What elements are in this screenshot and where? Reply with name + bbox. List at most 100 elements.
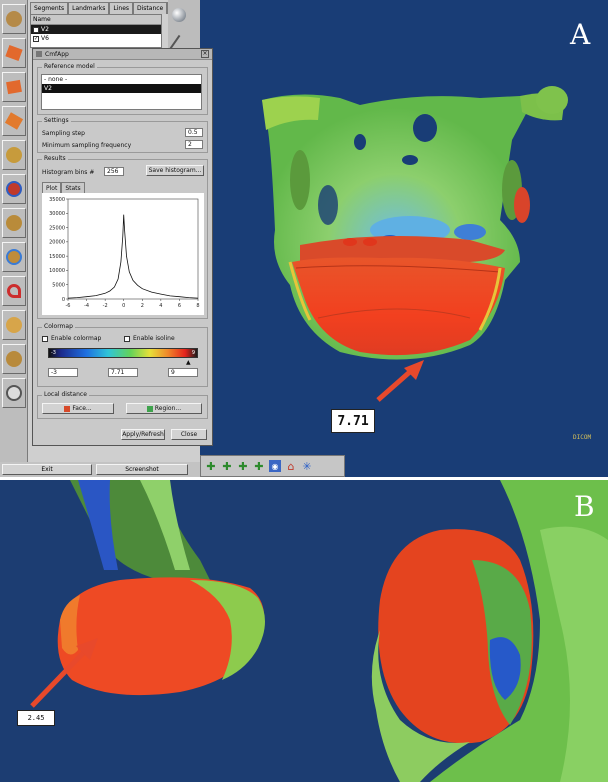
asterisk-icon[interactable]: ✳ — [301, 460, 313, 473]
x-tick-label: 8 — [196, 303, 199, 309]
viewport-tag: DICOM — [573, 434, 592, 441]
close-button[interactable]: Close — [171, 429, 207, 440]
colormap-marker-icon[interactable]: ▲ — [186, 359, 191, 366]
colormap-max-field[interactable]: 9 — [168, 368, 198, 377]
tool-button-2[interactable] — [2, 38, 26, 68]
model-checkbox[interactable]: ✓ — [33, 35, 39, 42]
enable-isoline-label: Enable isoline — [133, 335, 175, 342]
group-title-local-distance: Local distance — [42, 391, 89, 398]
colormap-mid-field[interactable]: 7.71 — [108, 368, 138, 377]
model-label: V2 — [41, 26, 49, 33]
panel-b: B 2.45 — [0, 480, 608, 782]
model-row[interactable]: ✓ V6 — [31, 34, 161, 43]
reference-model-list[interactable]: - none - V2 — [41, 74, 202, 110]
colormap-bar-max: 9 — [191, 350, 195, 356]
model-list-header: Name — [31, 15, 161, 25]
local-distance-group: Local distance Face... Region... — [37, 391, 208, 419]
tab-distance[interactable]: Distance — [133, 2, 168, 14]
shape-icon — [4, 112, 24, 130]
tab-landmarks[interactable]: Landmarks — [68, 2, 110, 14]
face-button[interactable]: Face... — [42, 403, 114, 414]
face-tool-icon — [64, 405, 71, 412]
tool-button-12[interactable] — [2, 378, 26, 408]
tool-button-10[interactable] — [2, 310, 26, 340]
cmfapp-dialog: CmfApp × Reference model - none - V2 Set… — [32, 48, 213, 446]
enable-colormap-label: Enable colormap — [51, 335, 102, 342]
min-sampling-label: Minimum sampling frequency — [42, 142, 132, 149]
pen-icon[interactable] — [169, 34, 181, 50]
home-icon[interactable]: ⌂ — [285, 460, 297, 473]
tool-button-6[interactable] — [2, 174, 26, 204]
model-list: Name V2 ✓ V6 — [30, 14, 162, 48]
settings-group: Settings Sampling step 0.5 Minimum sampl… — [37, 117, 208, 153]
apply-refresh-button[interactable]: Apply/Refresh — [121, 429, 165, 440]
x-tick-label: -2 — [103, 303, 108, 309]
condyle-render-b — [30, 480, 608, 782]
panel-a: A 7.71 DICOM Segments Landmarks Lines Di… — [0, 0, 608, 477]
app-icon — [36, 51, 42, 57]
skull-icon — [6, 249, 22, 265]
camera-icon[interactable]: ◉ — [269, 460, 281, 472]
panel-label-a: A — [570, 18, 591, 51]
tool-button-11[interactable] — [2, 344, 26, 374]
y-tick-label: 25000 — [49, 225, 65, 231]
view-side-icon[interactable]: ✚ — [221, 460, 233, 473]
top-tabs: Segments Landmarks Lines Distance ▸ — [30, 2, 177, 14]
y-tick-label: 30000 — [49, 211, 65, 217]
skull-icon — [6, 317, 22, 333]
skull-icon — [6, 11, 22, 27]
face-icon — [6, 385, 22, 401]
tool-button-7[interactable] — [2, 208, 26, 238]
model-row[interactable]: V2 — [31, 25, 161, 34]
dialog-titlebar[interactable]: CmfApp × — [33, 49, 212, 60]
region-tool-icon — [146, 405, 153, 412]
model-label: V6 — [41, 35, 49, 42]
colormap-group: Colormap Enable colormap Enable isoline … — [37, 323, 208, 387]
tab-segments[interactable]: Segments — [30, 2, 69, 14]
x-tick-label: 2 — [141, 303, 144, 309]
y-tick-label: 10000 — [49, 268, 65, 274]
reference-item-selected[interactable]: V2 — [42, 84, 201, 93]
exit-button[interactable]: Exit — [2, 464, 92, 475]
results-group: Results Histogram bins # 256 Save histog… — [37, 155, 208, 319]
tool-button-8[interactable] — [2, 242, 26, 272]
reference-model-group: Reference model - none - V2 — [37, 63, 208, 115]
group-title-results: Results — [42, 155, 68, 162]
tool-button-1[interactable] — [2, 4, 26, 34]
view-back-icon[interactable]: ✚ — [237, 460, 249, 473]
x-tick-label: 4 — [159, 303, 162, 309]
reference-item[interactable]: - none - — [42, 75, 201, 84]
y-tick-label: 35000 — [49, 197, 65, 203]
left-toolbar — [0, 0, 28, 462]
tab-lines[interactable]: Lines — [109, 2, 134, 14]
sphere-icon[interactable] — [172, 8, 186, 22]
x-tick-label: 0 — [122, 303, 125, 309]
tool-button-3[interactable] — [2, 72, 26, 102]
view-front-icon[interactable]: ✚ — [205, 460, 217, 473]
group-title-colormap: Colormap — [42, 323, 75, 330]
enable-isoline-checkbox[interactable] — [124, 336, 130, 342]
y-tick-label: 5000 — [52, 283, 65, 289]
min-sampling-field[interactable]: 2 — [185, 140, 203, 149]
x-tick-label: 6 — [178, 303, 181, 309]
callout-a-value: 7.71 — [331, 409, 375, 433]
skull-icon — [6, 351, 22, 367]
view-top-icon[interactable]: ✚ — [253, 460, 265, 473]
region-button[interactable]: Region... — [126, 403, 202, 414]
callout-b-value: 2.45 — [17, 710, 55, 726]
close-icon[interactable]: × — [201, 50, 209, 58]
tool-button-9[interactable] — [2, 276, 26, 306]
model-checkbox[interactable] — [33, 26, 39, 33]
save-histogram-button[interactable]: Save histogram... — [146, 165, 204, 176]
sampling-step-field[interactable]: 0.5 — [185, 128, 203, 137]
tool-button-4[interactable] — [2, 106, 26, 136]
screenshot-button[interactable]: Screenshot — [96, 464, 188, 475]
colormap-icon — [6, 181, 22, 197]
bins-field[interactable]: 256 — [104, 167, 124, 176]
tool-button-5[interactable] — [2, 140, 26, 170]
colormap-min-field[interactable]: -3 — [48, 368, 78, 377]
region-button-label: Region... — [154, 405, 182, 412]
group-title-settings: Settings — [42, 117, 71, 124]
enable-colormap-checkbox[interactable] — [42, 336, 48, 342]
colormap-bar[interactable]: -3 9 — [48, 348, 198, 358]
